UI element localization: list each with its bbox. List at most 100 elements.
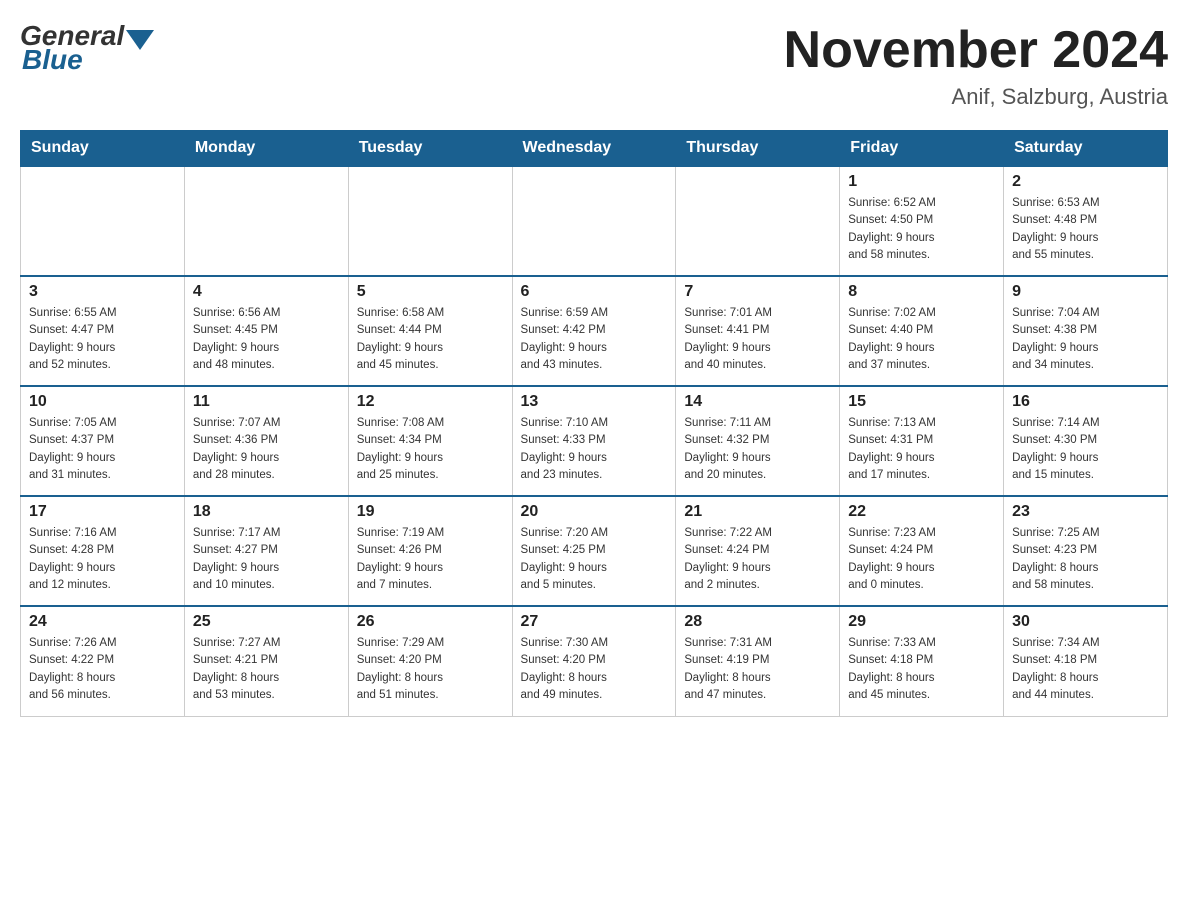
calendar-cell: 11 Sunrise: 7:07 AMSunset: 4:36 PMDayligh…: [184, 386, 348, 496]
calendar-week-row: 17 Sunrise: 7:16 AMSunset: 4:28 PMDayligh…: [21, 496, 1168, 606]
calendar-week-row: 3Sunrise: 6:55 AMSunset: 4:47 PMDaylight…: [21, 276, 1168, 386]
calendar-week-row: 24 Sunrise: 7:26 AMSunset: 4:22 PMDayligh…: [21, 606, 1168, 716]
weekday-header-friday: Friday: [840, 131, 1004, 167]
day-number: 4: [193, 283, 340, 301]
calendar-cell: 12 Sunrise: 7:08 AMSunset: 4:34 PMDayligh…: [348, 386, 512, 496]
calendar-cell: 13 Sunrise: 7:10 AMSunset: 4:33 PMDayligh…: [512, 386, 676, 496]
calendar-cell: [21, 166, 185, 276]
calendar-cell: 30 Sunrise: 7:34 AMSunset: 4:18 PMDayligh…: [1004, 606, 1168, 716]
day-number: 29: [848, 613, 995, 631]
weekday-header-wednesday: Wednesday: [512, 131, 676, 167]
day-number: 13: [521, 393, 668, 411]
day-info: Sunrise: 6:53 AMSunset: 4:48 PMDaylight:…: [1012, 195, 1159, 264]
day-number: 11: [193, 393, 340, 411]
calendar-cell: 23 Sunrise: 7:25 AMSunset: 4:23 PMDayligh…: [1004, 496, 1168, 606]
day-info: Sunrise: 6:56 AMSunset: 4:45 PMDaylight:…: [193, 305, 340, 374]
calendar-week-row: 10Sunrise: 7:05 AMSunset: 4:37 PMDayligh…: [21, 386, 1168, 496]
title-section: November 2024 Anif, Salzburg, Austria: [784, 20, 1168, 110]
day-info: Sunrise: 7:33 AMSunset: 4:18 PMDaylight:…: [848, 635, 995, 704]
day-number: 8: [848, 283, 995, 301]
day-number: 25: [193, 613, 340, 631]
day-info: Sunrise: 7:10 AMSunset: 4:33 PMDaylight:…: [521, 415, 668, 484]
calendar-cell: [348, 166, 512, 276]
day-number: 27: [521, 613, 668, 631]
calendar-cell: 1 Sunrise: 6:52 AMSunset: 4:50 PMDaylight…: [840, 166, 1004, 276]
calendar-cell: 3Sunrise: 6:55 AMSunset: 4:47 PMDaylight…: [21, 276, 185, 386]
calendar-cell: 7Sunrise: 7:01 AMSunset: 4:41 PMDaylight…: [676, 276, 840, 386]
day-info: Sunrise: 7:13 AMSunset: 4:31 PMDaylight:…: [848, 415, 995, 484]
day-number: 14: [684, 393, 831, 411]
calendar-cell: 10Sunrise: 7:05 AMSunset: 4:37 PMDayligh…: [21, 386, 185, 496]
day-info: Sunrise: 7:31 AMSunset: 4:19 PMDaylight:…: [684, 635, 831, 704]
logo-arrow-icon: [126, 30, 154, 50]
calendar-cell: 9 Sunrise: 7:04 AMSunset: 4:38 PMDaylight…: [1004, 276, 1168, 386]
calendar-cell: 18 Sunrise: 7:17 AMSunset: 4:27 PMDayligh…: [184, 496, 348, 606]
day-number: 6: [521, 283, 668, 301]
day-number: 24: [29, 613, 176, 631]
day-info: Sunrise: 7:17 AMSunset: 4:27 PMDaylight:…: [193, 525, 340, 594]
calendar-cell: 22Sunrise: 7:23 AMSunset: 4:24 PMDayligh…: [840, 496, 1004, 606]
day-number: 15: [848, 393, 995, 411]
calendar-subtitle: Anif, Salzburg, Austria: [784, 84, 1168, 110]
day-info: Sunrise: 6:58 AMSunset: 4:44 PMDaylight:…: [357, 305, 504, 374]
calendar-cell: 16 Sunrise: 7:14 AMSunset: 4:30 PMDayligh…: [1004, 386, 1168, 496]
day-number: 22: [848, 503, 995, 521]
day-info: Sunrise: 7:34 AMSunset: 4:18 PMDaylight:…: [1012, 635, 1159, 704]
calendar-week-row: 1 Sunrise: 6:52 AMSunset: 4:50 PMDaylight…: [21, 166, 1168, 276]
weekday-header-sunday: Sunday: [21, 131, 185, 167]
day-number: 10: [29, 393, 176, 411]
day-info: Sunrise: 7:25 AMSunset: 4:23 PMDaylight:…: [1012, 525, 1159, 594]
calendar-cell: 17 Sunrise: 7:16 AMSunset: 4:28 PMDayligh…: [21, 496, 185, 606]
calendar-cell: 24 Sunrise: 7:26 AMSunset: 4:22 PMDayligh…: [21, 606, 185, 716]
day-info: Sunrise: 7:26 AMSunset: 4:22 PMDaylight:…: [29, 635, 176, 704]
day-info: Sunrise: 6:52 AMSunset: 4:50 PMDaylight:…: [848, 195, 995, 264]
day-number: 1: [848, 173, 995, 191]
day-number: 28: [684, 613, 831, 631]
day-number: 18: [193, 503, 340, 521]
day-info: Sunrise: 7:08 AMSunset: 4:34 PMDaylight:…: [357, 415, 504, 484]
calendar-cell: 2Sunrise: 6:53 AMSunset: 4:48 PMDaylight…: [1004, 166, 1168, 276]
calendar-cell: 27 Sunrise: 7:30 AMSunset: 4:20 PMDayligh…: [512, 606, 676, 716]
calendar-cell: 15 Sunrise: 7:13 AMSunset: 4:31 PMDayligh…: [840, 386, 1004, 496]
page-header: General Blue November 2024 Anif, Salzbur…: [20, 20, 1168, 110]
weekday-header-saturday: Saturday: [1004, 131, 1168, 167]
day-number: 20: [521, 503, 668, 521]
day-info: Sunrise: 6:59 AMSunset: 4:42 PMDaylight:…: [521, 305, 668, 374]
weekday-header-thursday: Thursday: [676, 131, 840, 167]
calendar-title: November 2024: [784, 20, 1168, 80]
day-number: 16: [1012, 393, 1159, 411]
weekday-header-tuesday: Tuesday: [348, 131, 512, 167]
day-info: Sunrise: 7:02 AMSunset: 4:40 PMDaylight:…: [848, 305, 995, 374]
day-number: 17: [29, 503, 176, 521]
day-info: Sunrise: 7:04 AMSunset: 4:38 PMDaylight:…: [1012, 305, 1159, 374]
day-info: Sunrise: 6:55 AMSunset: 4:47 PMDaylight:…: [29, 305, 176, 374]
day-number: 30: [1012, 613, 1159, 631]
day-info: Sunrise: 7:30 AMSunset: 4:20 PMDaylight:…: [521, 635, 668, 704]
day-number: 21: [684, 503, 831, 521]
day-number: 5: [357, 283, 504, 301]
calendar-cell: 29 Sunrise: 7:33 AMSunset: 4:18 PMDayligh…: [840, 606, 1004, 716]
calendar-cell: 21Sunrise: 7:22 AMSunset: 4:24 PMDayligh…: [676, 496, 840, 606]
day-info: Sunrise: 7:29 AMSunset: 4:20 PMDaylight:…: [357, 635, 504, 704]
day-number: 9: [1012, 283, 1159, 301]
calendar-cell: 14Sunrise: 7:11 AMSunset: 4:32 PMDayligh…: [676, 386, 840, 496]
day-info: Sunrise: 7:20 AMSunset: 4:25 PMDaylight:…: [521, 525, 668, 594]
day-info: Sunrise: 7:07 AMSunset: 4:36 PMDaylight:…: [193, 415, 340, 484]
calendar-cell: [676, 166, 840, 276]
logo: General Blue: [20, 20, 154, 76]
weekday-header-monday: Monday: [184, 131, 348, 167]
calendar-cell: 8 Sunrise: 7:02 AMSunset: 4:40 PMDaylight…: [840, 276, 1004, 386]
calendar-header-row: SundayMondayTuesdayWednesdayThursdayFrid…: [21, 131, 1168, 167]
day-number: 7: [684, 283, 831, 301]
day-number: 19: [357, 503, 504, 521]
calendar-cell: 5 Sunrise: 6:58 AMSunset: 4:44 PMDaylight…: [348, 276, 512, 386]
calendar-cell: 25Sunrise: 7:27 AMSunset: 4:21 PMDayligh…: [184, 606, 348, 716]
calendar-cell: 19Sunrise: 7:19 AMSunset: 4:26 PMDayligh…: [348, 496, 512, 606]
calendar-cell: 20 Sunrise: 7:20 AMSunset: 4:25 PMDayligh…: [512, 496, 676, 606]
day-info: Sunrise: 7:14 AMSunset: 4:30 PMDaylight:…: [1012, 415, 1159, 484]
logo-blue-text: Blue: [22, 44, 83, 76]
day-number: 23: [1012, 503, 1159, 521]
calendar-cell: [184, 166, 348, 276]
day-number: 12: [357, 393, 504, 411]
day-info: Sunrise: 7:16 AMSunset: 4:28 PMDaylight:…: [29, 525, 176, 594]
